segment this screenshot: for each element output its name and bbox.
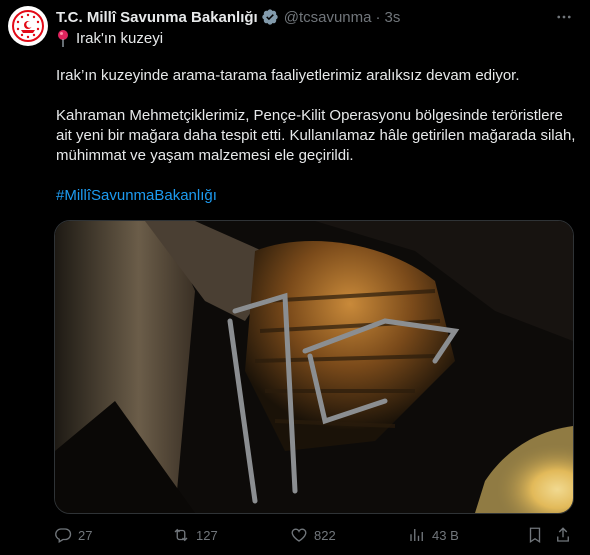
pin-icon: [58, 30, 68, 47]
more-horizontal-icon: [557, 15, 571, 19]
views-button[interactable]: 43 B: [408, 526, 459, 544]
like-button[interactable]: 822: [290, 526, 336, 544]
tweet-header: T.C. Millî Savunma Bakanlığı @tcsavunma …: [56, 7, 574, 27]
cave-video-frame: [55, 221, 573, 513]
verified-badge-icon[interactable]: [261, 8, 279, 26]
paragraph-1: Irak’ın kuzeyinde arama-tarama faaliyetl…: [56, 67, 520, 84]
tweet-actions: 27 127 822 43 B: [54, 524, 574, 546]
like-count: 822: [314, 527, 336, 543]
msb-emblem-icon: [9, 7, 47, 45]
location-line: Irak'ın kuzeyi: [56, 28, 163, 48]
retweet-count: 127: [196, 527, 218, 543]
bookmark-icon: [529, 527, 541, 544]
tweet-text: Irak’ın kuzeyinde arama-tarama faaliyetl…: [56, 66, 576, 226]
display-name[interactable]: T.C. Millî Savunma Bakanlığı: [56, 9, 258, 26]
views-chart-icon: [410, 529, 423, 541]
retweet-button[interactable]: 127: [172, 526, 218, 544]
tweet-media-video[interactable]: [54, 220, 574, 514]
bookmark-button[interactable]: [526, 526, 550, 544]
timestamp[interactable]: 3s: [384, 9, 400, 26]
reply-count: 27: [78, 527, 93, 543]
reply-icon: [55, 528, 72, 543]
share-icon: [557, 527, 569, 542]
avatar[interactable]: [8, 6, 48, 46]
reply-button[interactable]: 27: [54, 526, 92, 544]
more-options-button[interactable]: [554, 7, 574, 27]
views-count: 43 B: [432, 527, 459, 543]
paragraph-2: Kahraman Mehmetçiklerimiz, Pençe-Kilit O…: [56, 107, 576, 164]
heart-icon: [291, 528, 307, 542]
retweet-icon: [174, 528, 188, 542]
separator-dot: ·: [375, 8, 381, 26]
hashtag-link[interactable]: #MillîSavunmaBakanlığı: [56, 187, 217, 204]
share-button[interactable]: [554, 526, 578, 544]
handle[interactable]: @tcsavunma: [284, 9, 372, 26]
location-text: Irak'ın kuzeyi: [76, 29, 164, 47]
